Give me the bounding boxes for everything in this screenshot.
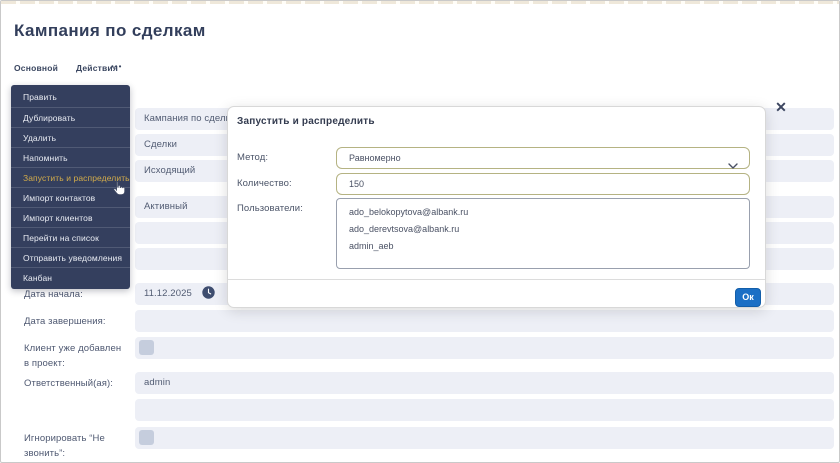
ignore-dnc-field	[135, 427, 834, 449]
form-row-end-date: Дата завершения:	[1, 310, 839, 332]
method-label: Метод:	[237, 152, 269, 163]
quantity-label: Количество:	[237, 178, 292, 189]
menu-item-run-distribute[interactable]: Запустить и распределить	[11, 167, 130, 187]
menu-item-duplicate[interactable]: Дублировать	[11, 107, 130, 127]
close-icon[interactable]: ✕	[772, 98, 790, 116]
menu-item-kanban[interactable]: Канбан	[11, 267, 130, 287]
run-distribute-modal: Запустить и распределить Метод: Равномер…	[227, 106, 766, 308]
users-label: Пользователи:	[237, 203, 303, 214]
form-row-empty	[1, 399, 839, 421]
method-select[interactable]: Равномерно	[336, 147, 750, 169]
assigned-user-field[interactable]: admin	[135, 372, 834, 394]
menu-item-delete[interactable]: Удалить	[11, 127, 130, 147]
empty-field[interactable]	[135, 399, 834, 421]
menu-item-remind[interactable]: Напомнить	[11, 147, 130, 167]
end-date-field[interactable]	[135, 310, 834, 332]
quantity-input[interactable]	[336, 173, 750, 195]
method-selected-value: Равномерно	[349, 153, 401, 163]
client-added-checkbox[interactable]	[139, 340, 154, 355]
menu-item-edit[interactable]: Править	[11, 87, 130, 107]
menu-item-send-notifications[interactable]: Отправить уведомления	[11, 247, 130, 267]
field-label: Клиент уже добавлен в проект:	[24, 343, 122, 369]
actions-dropdown-menu: Править Дублировать Удалить Напомнить За…	[11, 85, 130, 289]
field-label: Ответственный(ая):	[24, 378, 114, 389]
field-label: Игнорировать “Не звонить”:	[24, 433, 105, 459]
menu-item-import-contacts[interactable]: Импорт контактов	[11, 187, 130, 207]
ignore-dnc-checkbox[interactable]	[139, 430, 154, 445]
form-row-assigned-user: Ответственный(ая): admin	[1, 372, 839, 394]
menu-item-go-to-list[interactable]: Перейти на список	[11, 227, 130, 247]
users-textarea[interactable]: ado_belokopytova@albank.ru ado_derevtsov…	[336, 198, 750, 269]
client-added-field	[135, 337, 834, 359]
ok-button[interactable]: Ок	[735, 288, 761, 307]
field-label: Дата начала:	[24, 289, 83, 300]
start-date-value: 11.12.2025	[144, 288, 192, 299]
field-label: Дата завершения:	[24, 316, 106, 327]
modal-title: Запустить и распределить	[237, 116, 375, 127]
form-row-ignore-dnc: Игнорировать “Не звонить”:	[1, 427, 839, 459]
clock-icon[interactable]	[201, 286, 215, 308]
menu-item-import-clients[interactable]: Импорт клиентов	[11, 207, 130, 227]
form-row-client-added: Клиент уже добавлен в проект:	[1, 337, 839, 369]
modal-footer-divider	[228, 279, 765, 280]
